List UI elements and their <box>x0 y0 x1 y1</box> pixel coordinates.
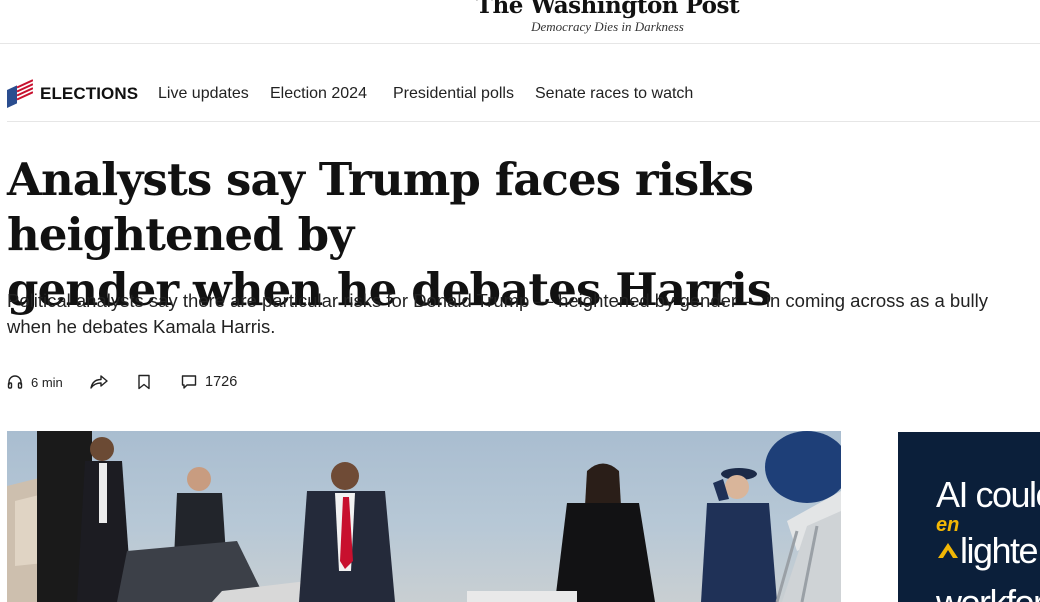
lead-photo[interactable] <box>7 431 841 602</box>
nav-link-senate-races[interactable]: Senate races to watch <box>535 85 693 103</box>
listen-button[interactable]: 6 min <box>7 372 63 392</box>
section-label-elections[interactable]: ELECTIONS <box>40 84 138 104</box>
article-dek: Political analysts say there are particu… <box>7 288 1037 340</box>
nav-link-live-updates[interactable]: Live updates <box>158 85 249 103</box>
listen-duration: 6 min <box>31 374 63 390</box>
lead-photo-illustration <box>7 431 841 602</box>
comment-count: 1726 <box>205 374 238 390</box>
section-subnav: ELECTIONS Live updates Election 2024 Pre… <box>7 66 1040 122</box>
headphones-icon <box>7 375 23 389</box>
share-icon <box>90 375 108 389</box>
ad-chevron-icon <box>938 543 958 558</box>
masthead: The Washington Post Democracy Dies in Da… <box>0 0 1040 44</box>
nav-link-presidential-polls[interactable]: Presidential polls <box>393 85 514 103</box>
share-button[interactable] <box>90 372 108 392</box>
dek-line-2: when he debates Kamala Harris. <box>7 316 276 337</box>
nav-link-election-2024[interactable]: Election 2024 <box>270 85 367 103</box>
dek-line-1: Political analysts say there are particu… <box>7 290 988 311</box>
site-tagline: Democracy Dies in Darkness <box>531 19 684 34</box>
headline-line-1: Analysts say Trump faces risks heightene… <box>7 153 754 261</box>
flag-icon <box>7 78 33 108</box>
ad-headline-line-2: lighte <box>960 530 1039 571</box>
ad-accent-text: en <box>936 514 960 536</box>
comments-button[interactable]: 1726 <box>181 372 237 392</box>
comment-icon <box>181 375 197 389</box>
site-logo[interactable]: The Washington Post <box>0 0 1040 19</box>
advertisement[interactable]: AI coulc en lighte workfor <box>898 432 1040 602</box>
bookmark-icon <box>138 374 150 390</box>
ad-headline-line-3: workfor <box>936 582 1040 602</box>
ad-headline-line-1: AI coulc <box>936 474 1040 515</box>
save-button[interactable] <box>137 372 151 392</box>
